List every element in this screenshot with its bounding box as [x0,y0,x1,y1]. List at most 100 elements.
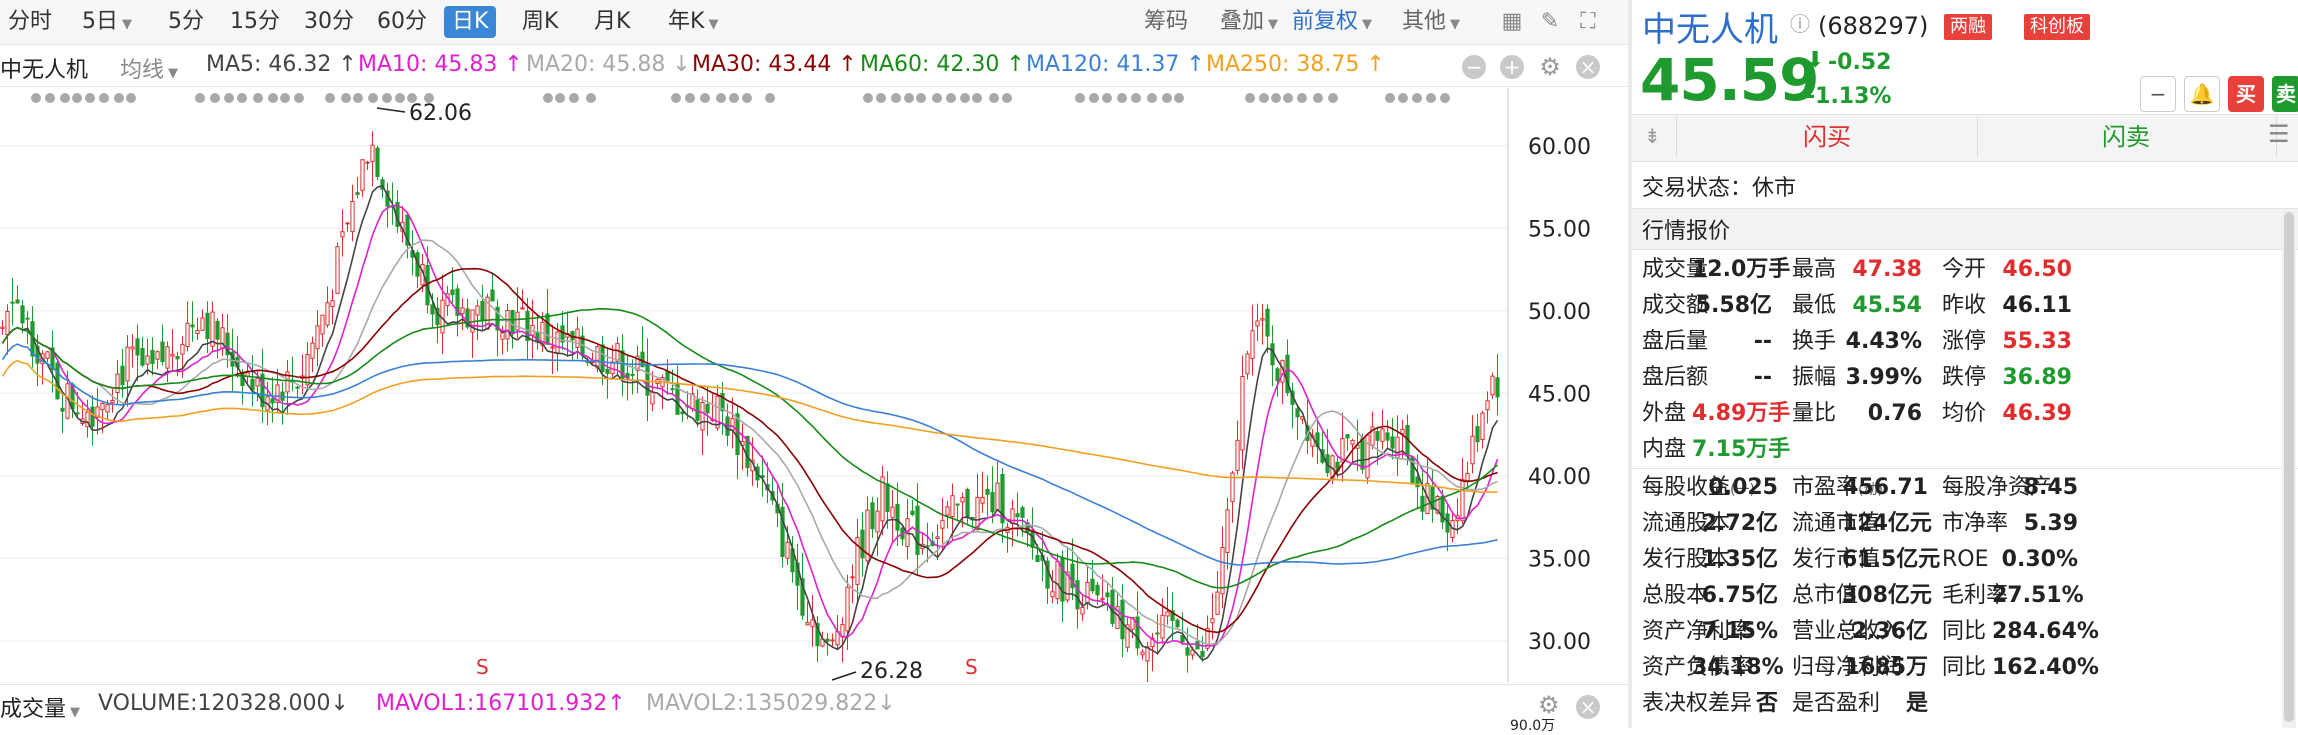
candle-body [125,346,130,382]
buy-button[interactable]: 买 [2228,76,2264,112]
candle-body [130,346,135,350]
high-label: 62.06 [409,101,472,126]
bell-icon[interactable]: 🔔 [2184,76,2220,112]
minus-icon[interactable]: − [1462,55,1486,79]
overlay-dropdown[interactable]: 叠加 ▼ [1220,6,1278,38]
tab-fenshi[interactable]: 分时 [8,6,52,38]
plus-icon[interactable]: + [1500,55,1524,79]
event-dot [1117,93,1127,103]
more-dropdown[interactable]: 其他 ▼ [1402,6,1460,38]
candle-body [165,346,170,369]
stock-name[interactable]: 中无人机 [1642,2,1778,51]
margin-badge: 两融 [1944,14,1992,40]
event-dot [60,93,70,103]
close-icon[interactable]: × [1576,695,1600,719]
chevron-down-icon: ▼ [1362,17,1373,32]
ma-settings-label: 均线 [120,58,165,83]
tab-weekly-k[interactable]: 周K [522,6,558,38]
quote-section-header [1632,208,2298,250]
fullscreen-icon[interactable]: ⛶ [1574,8,1602,36]
candle-body [180,343,185,355]
sell-button[interactable]: 卖 [2272,76,2298,112]
event-dot [729,93,739,103]
candle-body [1345,434,1350,439]
adjust-dropdown[interactable]: 前复权 ▼ [1292,6,1372,38]
menu-icon[interactable]: ☰ [2268,120,2290,148]
quote-value: 46.39 [2002,401,2072,426]
collapse-icon[interactable]: ⇟ [1644,124,1661,148]
event-dot [569,93,579,103]
adjust-label: 前复权 [1292,9,1359,34]
candle-body [15,299,20,304]
event-dot [863,93,873,103]
tab-monthly-k[interactable]: 月K [594,6,630,38]
volume-indicator-dropdown[interactable]: 成交量 ▼ [0,691,80,723]
candle-body [1250,330,1255,359]
candle-body [365,161,370,164]
candle-body [995,482,1000,511]
gear-icon[interactable]: ⚙ [1538,55,1562,79]
ma-legend-bar: 中无人机 均线 ▼ MA5: 46.32 ↑ MA10: 45.83 ↑ MA20… [0,46,1628,87]
close-icon[interactable]: × [1576,55,1600,79]
flash-sell-button[interactable]: 闪卖 [1976,116,2277,158]
candle-body [595,346,600,369]
ma120-label: MA120: 41.37 ↑ [1026,52,1205,77]
candle-body [1460,478,1465,522]
quote-panel: 中无人机 ⓘ (688297) 两融 科创板 45.59 ⬇ -0.52 -1.… [1632,0,2298,728]
candle-body [845,586,850,632]
candle-body [1220,546,1225,595]
candle-body [665,371,670,382]
event-dot [45,93,55,103]
tab-5min[interactable]: 5分 [168,6,204,38]
chouma-button[interactable]: 筹码 [1144,6,1188,38]
candle-body [875,510,880,533]
remove-watchlist-button[interactable]: − [2140,76,2176,112]
tab-yearly-k[interactable]: 年K ▼ [668,6,718,38]
event-dot [1271,93,1281,103]
event-dot [237,93,247,103]
candle-body [195,329,200,334]
event-dot [1245,93,1255,103]
candle-body [785,541,790,559]
candle-body [190,324,195,328]
candle-body [805,622,810,626]
candle-body [1155,632,1160,635]
candle-body [430,304,435,315]
high-pointer [376,107,406,113]
event-dot [368,93,378,103]
event-dot [268,93,278,103]
draw-pen-icon[interactable]: ✎ [1536,8,1564,36]
quote-label: 今开 [1942,257,1987,282]
tab-15min[interactable]: 15分 [230,6,280,38]
candle-body [215,320,220,340]
tab-5day[interactable]: 5日 ▼ [82,6,132,38]
candle-body [1225,509,1230,553]
event-dot [1162,93,1172,103]
candle-body [520,307,525,310]
event-dot [989,93,999,103]
tab-30min[interactable]: 30分 [304,6,354,38]
quote-label: 换手 [1792,329,1837,354]
fin-value: 456.71 [1843,475,1928,500]
ma-settings-dropdown[interactable]: 均线 ▼ [120,52,178,84]
candle-body [305,354,310,386]
quote-value: 36.89 [2002,365,2072,390]
flash-buy-button[interactable]: 闪买 [1676,116,1978,158]
scrollbar-thumb[interactable] [2284,212,2294,722]
candle-body [45,351,50,359]
kline-chart[interactable]: 60.00 55.00 50.00 45.00 40.00 35.00 30.00 62.0… [0,88,1628,682]
candle-body [310,342,315,359]
info-icon[interactable]: ⓘ [1790,8,1810,37]
candle-body [120,365,125,386]
tab-60min[interactable]: 60分 [377,6,427,38]
event-dot [1075,93,1085,103]
ma-line-30 [1,267,1498,634]
fin-value: 5.39 [2023,511,2078,536]
candle-body [185,322,190,348]
fin-value: 308亿元 [1842,583,1932,608]
candle-body [175,356,180,360]
tab-daily-k[interactable]: 日K [444,6,497,38]
grid-layout-icon[interactable]: ▦ [1498,8,1526,36]
fin-value: 27.51% [1992,583,2084,608]
candle-body [1215,591,1220,615]
